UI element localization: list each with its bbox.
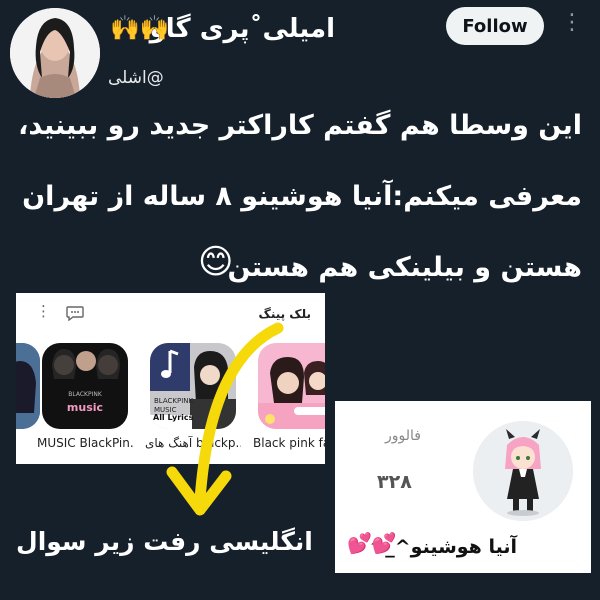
raised-hands-emoji: 🙌🙌 [110, 14, 170, 42]
tweet-text-line-1: این وسطا هم گفتم کاراکتر جدید رو ببینید، [18, 110, 582, 141]
profile-screenshot[interactable]: فالوور ۳۲۸ آنیا هوشینو^_^ 💕💕 [335, 401, 591, 573]
avatar[interactable] [10, 8, 100, 98]
app-label-3[interactable]: MUSIC BlackPin... [37, 436, 133, 450]
more-options-icon[interactable]: ⋮ [558, 8, 586, 36]
partial-app-icon[interactable] [16, 343, 40, 429]
smiling-face-emoji: 😊 [198, 242, 234, 282]
svg-text:music: music [67, 401, 103, 414]
tweet-text-line-2: معرفی میکنم:آنیا هوشینو ۸ ساله از تهران [22, 181, 582, 212]
followers-label: فالوور [385, 428, 421, 444]
followers-count: ۳۲۸ [377, 471, 412, 493]
follow-button[interactable]: Follow [446, 7, 544, 45]
display-name[interactable]: امیلی˚پری گاو [150, 14, 335, 44]
tweet-text-line-3: هستن و بیلینکی هم هستن [227, 252, 582, 283]
blackpink-dark-music-app-icon[interactable]: BLACKPINK music [42, 343, 128, 429]
svg-text:BLACKPINK: BLACKPINK [68, 391, 103, 398]
chat-icon [66, 306, 84, 321]
yellow-arrow-drawing [166, 322, 284, 516]
two-hearts-emoji: 💕💕 [347, 531, 397, 555]
caption-text: انگلیسی رفت زیر سوال [16, 527, 313, 556]
overflow-menu-icon[interactable]: ⋮ [36, 304, 51, 319]
user-handle[interactable]: @اشلی [108, 68, 164, 88]
anya-avatar [473, 421, 573, 521]
